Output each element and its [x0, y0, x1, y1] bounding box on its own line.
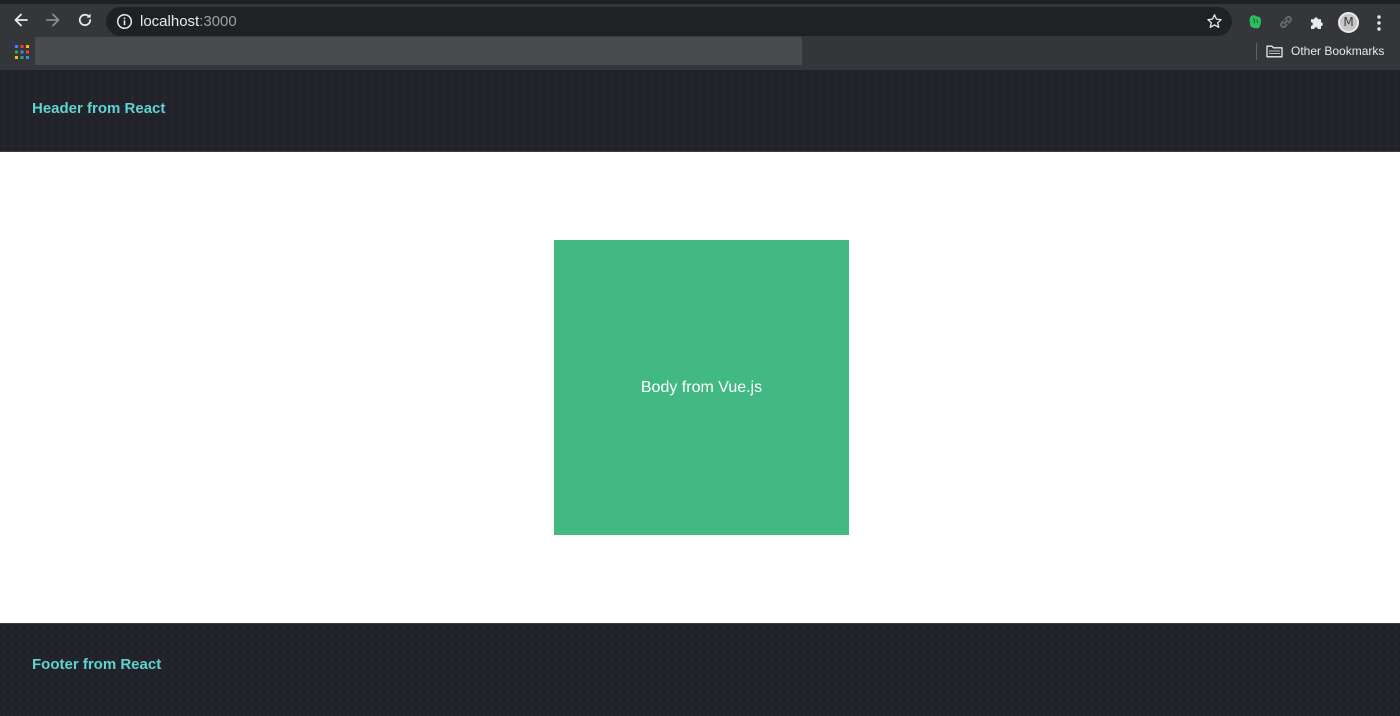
- evernote-extension-button[interactable]: [1245, 12, 1265, 32]
- bookmarks-bar: Other Bookmarks: [0, 36, 1400, 66]
- extensions-button[interactable]: [1307, 12, 1327, 32]
- forward-arrow-icon: [46, 13, 60, 27]
- link-extension-button[interactable]: [1276, 12, 1296, 32]
- browser-toolbar: localhost:3000 M: [0, 4, 1400, 36]
- redacted-bookmarks: [35, 37, 802, 65]
- vue-body-text: Body from Vue.js: [640, 378, 763, 396]
- header-title: Header from React: [32, 100, 166, 117]
- puzzle-icon: [1310, 16, 1323, 29]
- more-vertical-icon[interactable]: [1372, 13, 1386, 33]
- evernote-icon: [1249, 15, 1261, 29]
- apps-grid-icon[interactable]: [14, 44, 30, 60]
- other-bookmarks-button[interactable]: Other Bookmarks: [1266, 41, 1384, 61]
- reload-icon: [78, 13, 92, 27]
- reload-button[interactable]: [73, 8, 97, 32]
- url-text: localhost:3000: [140, 7, 237, 36]
- page-body: Body from Vue.js: [0, 152, 1400, 623]
- url-port: :3000: [199, 13, 237, 30]
- folder-icon: [1266, 45, 1283, 58]
- link-icon: [1280, 16, 1292, 28]
- react-header: Header from React: [0, 70, 1400, 152]
- star-icon[interactable]: [1206, 13, 1223, 30]
- vue-body-box: Body from Vue.js: [554, 240, 849, 535]
- bookmarks-separator: [1256, 43, 1257, 60]
- profile-avatar[interactable]: M: [1338, 12, 1359, 33]
- other-bookmarks-label: Other Bookmarks: [1291, 44, 1385, 58]
- address-bar[interactable]: localhost:3000: [106, 7, 1232, 36]
- url-host: localhost: [140, 13, 200, 30]
- forward-button[interactable]: [41, 8, 65, 32]
- footer-title: Footer from React: [32, 656, 162, 673]
- react-footer: Footer from React: [0, 623, 1400, 716]
- back-button[interactable]: [9, 8, 33, 32]
- info-icon[interactable]: [116, 13, 133, 30]
- browser-chrome: localhost:3000 M Other Bookmarks: [0, 0, 1400, 70]
- back-arrow-icon: [14, 13, 28, 27]
